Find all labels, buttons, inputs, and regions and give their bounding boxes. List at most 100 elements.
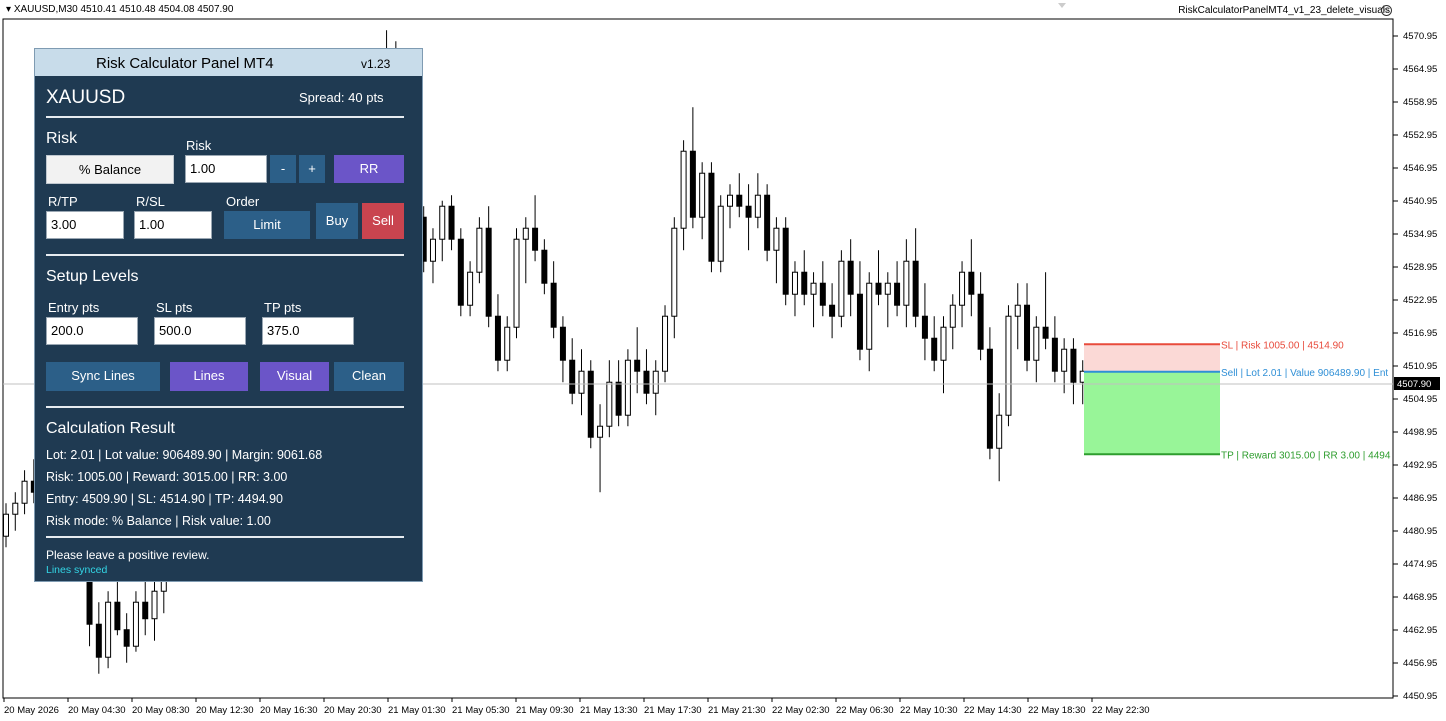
review-note: Please leave a positive review.: [46, 548, 210, 562]
setup-section-title: Setup Levels: [46, 268, 139, 285]
candle-body: [476, 227, 483, 273]
candle-body: [95, 623, 102, 658]
candle-body: [1014, 304, 1021, 317]
candle-body: [522, 227, 529, 240]
candle-body: [429, 238, 436, 262]
candle-body: [467, 271, 474, 306]
sl-pts-input[interactable]: 500.0: [154, 317, 246, 345]
time-tick-label: 20 May 20:30: [324, 705, 382, 716]
entry-pts-input[interactable]: 200.0: [46, 317, 138, 345]
candle-body: [634, 359, 641, 372]
clean-button[interactable]: Clean: [334, 362, 404, 391]
candle-body: [652, 370, 659, 394]
price-tick-label: 4516.95: [1403, 328, 1437, 339]
price-tick-label: 4456.95: [1403, 658, 1437, 669]
candle-body: [717, 205, 724, 262]
candle-body: [1070, 348, 1077, 383]
entry-line-label: Sell | Lot 2.01 | Value 906489.90 | Ent: [1221, 368, 1388, 379]
candle-body: [105, 601, 112, 658]
sl-pts-label: SL pts: [156, 300, 193, 315]
rtp-input[interactable]: 3.00: [46, 211, 124, 239]
candle-body: [782, 227, 789, 295]
candle-body: [439, 205, 446, 240]
lines-button[interactable]: Lines: [170, 362, 248, 391]
price-tick-label: 4504.95: [1403, 394, 1437, 405]
time-tick-label: 22 May 14:30: [964, 705, 1022, 716]
rsl-input[interactable]: 1.00: [134, 211, 212, 239]
candle-body: [1005, 315, 1012, 416]
risk-decrease-button[interactable]: -: [270, 155, 296, 183]
time-tick-label: 21 May 13:30: [580, 705, 638, 716]
price-tick-label: 4450.95: [1403, 691, 1437, 702]
price-tick-label: 4480.95: [1403, 526, 1437, 537]
price-tick-label: 4552.95: [1403, 130, 1437, 141]
panel-title-bar[interactable]: Risk Calculator Panel MT4 v1.23: [35, 49, 422, 76]
panel-version: v1.23: [361, 57, 391, 71]
buy-button[interactable]: Buy: [316, 203, 358, 239]
time-tick-label: 22 May 10:30: [900, 705, 958, 716]
price-tick-label: 4522.95: [1403, 295, 1437, 306]
price-tick-label: 4564.95: [1403, 64, 1437, 75]
price-tick-label: 4570.95: [1403, 31, 1437, 42]
time-tick-label: 21 May 05:30: [452, 705, 510, 716]
risk-increase-button[interactable]: +: [299, 155, 325, 183]
candle-body: [931, 337, 938, 361]
candle-body: [894, 282, 901, 306]
tp-pts-input[interactable]: 375.0: [262, 317, 354, 345]
candle-body: [541, 249, 548, 284]
price-tick-label: 4474.95: [1403, 559, 1437, 570]
sell-button[interactable]: Sell: [362, 203, 404, 239]
candle-body: [912, 260, 919, 317]
candle-body: [736, 194, 743, 207]
candle-body: [12, 502, 19, 515]
candle-body: [875, 282, 882, 295]
rr-button[interactable]: RR: [334, 155, 404, 183]
price-tick-label: 4498.95: [1403, 427, 1437, 438]
time-tick-label: 22 May 18:30: [1028, 705, 1086, 716]
risk-mode-button[interactable]: % Balance: [46, 155, 174, 184]
candle-body: [884, 282, 891, 295]
price-tick-label: 4462.95: [1403, 625, 1437, 636]
candle-body: [754, 194, 761, 218]
rtp-label: R/TP: [48, 194, 78, 209]
candle-body: [615, 381, 622, 416]
visual-button[interactable]: Visual: [260, 362, 329, 391]
price-tick-label: 4486.95: [1403, 493, 1437, 504]
candle-body: [940, 326, 947, 361]
candle-body: [457, 238, 464, 306]
candle-body: [142, 601, 149, 620]
time-axis: 20 May 2026 20 May 04:30 20 May 08:30 20 Ma…: [3, 698, 1150, 716]
candle-body: [532, 227, 539, 251]
candle-body: [1051, 337, 1058, 372]
candle-body: [448, 205, 455, 240]
time-tick-label: 21 May 01:30: [388, 705, 446, 716]
time-tick-label: 21 May 21:30: [708, 705, 766, 716]
candle-body: [996, 414, 1003, 449]
candle-body: [671, 227, 678, 317]
candle-body: [838, 260, 845, 317]
price-axis: 4570.95 4564.95 4558.95 4552.95 4546.95 4540.…: [1393, 31, 1437, 702]
candle-body: [986, 348, 993, 449]
candle-body: [643, 370, 650, 394]
time-tick-label: 21 May 17:30: [644, 705, 702, 716]
candle-body: [485, 227, 492, 317]
time-tick-label: 21 May 09:30: [516, 705, 574, 716]
sync-lines-button[interactable]: Sync Lines: [46, 362, 160, 391]
price-tick-label: 4528.95: [1403, 262, 1437, 273]
candle-body: [856, 293, 863, 350]
candle-body: [680, 150, 687, 229]
close-circle-icon[interactable]: ☺: [1381, 5, 1392, 16]
candle-body: [810, 282, 817, 295]
order-type-button[interactable]: Limit: [224, 211, 310, 239]
chart-shift-marker-icon[interactable]: [1058, 3, 1066, 8]
time-tick-label: 20 May 12:30: [196, 705, 254, 716]
price-tick-label: 4510.95: [1403, 361, 1437, 372]
candle-body: [959, 271, 966, 306]
candle-body: [866, 282, 873, 350]
candle-body: [114, 601, 121, 631]
candle-body: [151, 590, 158, 620]
candle-body: [764, 194, 771, 251]
sl-line-label: SL | Risk 1005.00 | 4514.90: [1221, 340, 1344, 351]
risk-input[interactable]: 1.00: [185, 155, 267, 183]
divider: [46, 406, 404, 408]
